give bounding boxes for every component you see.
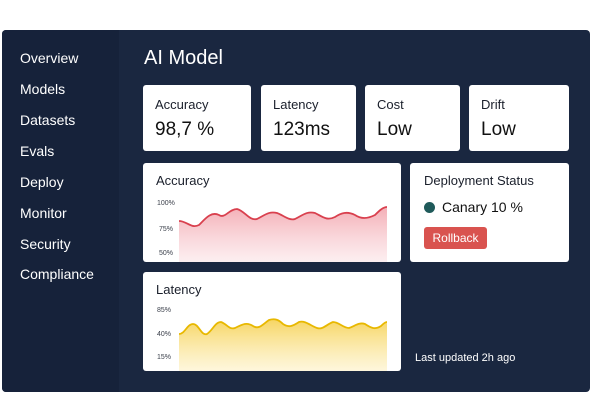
sidebar: Overview Models Datasets Evals Deploy Mo… — [2, 30, 119, 392]
y-tick-label: 85% — [157, 307, 171, 314]
status-dot-icon — [424, 202, 435, 213]
sidebar-item-monitor[interactable]: Monitor — [20, 205, 67, 221]
stat-label: Accuracy — [155, 97, 209, 112]
stat-value: 123ms — [273, 119, 331, 140]
last-updated-text: Last updated 2h ago — [415, 352, 516, 364]
sidebar-item-security[interactable]: Security — [20, 236, 71, 252]
latency-chart-card: Latency 85% 40% 15% — [143, 272, 401, 371]
page-title: AI Model — [144, 47, 223, 69]
accuracy-chart-card: Accuracy 100% 75% 50% — [143, 163, 401, 262]
y-tick-label: 50% — [159, 250, 173, 257]
y-tick-label: 100% — [157, 200, 175, 207]
latency-chart: 85% 40% 15% — [157, 307, 388, 371]
deployment-status-card: Deployment Status Canary 10 % Rollback — [410, 163, 569, 262]
sidebar-item-datasets[interactable]: Datasets — [20, 112, 75, 128]
stat-card-cost: Cost Low — [365, 85, 460, 151]
stat-card-drift: Drift Low — [469, 85, 569, 151]
y-tick-label: 75% — [159, 226, 173, 233]
stat-value: 98,7 % — [155, 119, 215, 140]
stat-card-accuracy: Accuracy 98,7 % — [143, 85, 251, 151]
stat-card-latency: Latency 123ms — [261, 85, 356, 151]
deployment-status-title: Deployment Status — [424, 173, 534, 188]
app-window: Overview Models Datasets Evals Deploy Mo… — [2, 30, 590, 392]
rollback-button[interactable]: Rollback — [424, 227, 487, 249]
stat-label: Drift — [481, 97, 505, 112]
sidebar-item-models[interactable]: Models — [20, 81, 65, 97]
deployment-status-text: Canary 10 % — [442, 199, 523, 215]
stat-value: Low — [481, 119, 516, 140]
sidebar-item-overview[interactable]: Overview — [20, 50, 78, 66]
latency-area — [179, 319, 387, 371]
sidebar-item-compliance[interactable]: Compliance — [20, 266, 94, 282]
y-tick-label: 15% — [157, 354, 171, 361]
y-tick-label: 40% — [157, 331, 171, 338]
stat-label: Cost — [377, 97, 404, 112]
accuracy-chart: 100% 75% 50% — [157, 200, 388, 262]
stat-label: Latency — [273, 97, 319, 112]
sidebar-item-deploy[interactable]: Deploy — [20, 174, 64, 190]
sidebar-item-evals[interactable]: Evals — [20, 143, 54, 159]
stat-value: Low — [377, 119, 412, 140]
